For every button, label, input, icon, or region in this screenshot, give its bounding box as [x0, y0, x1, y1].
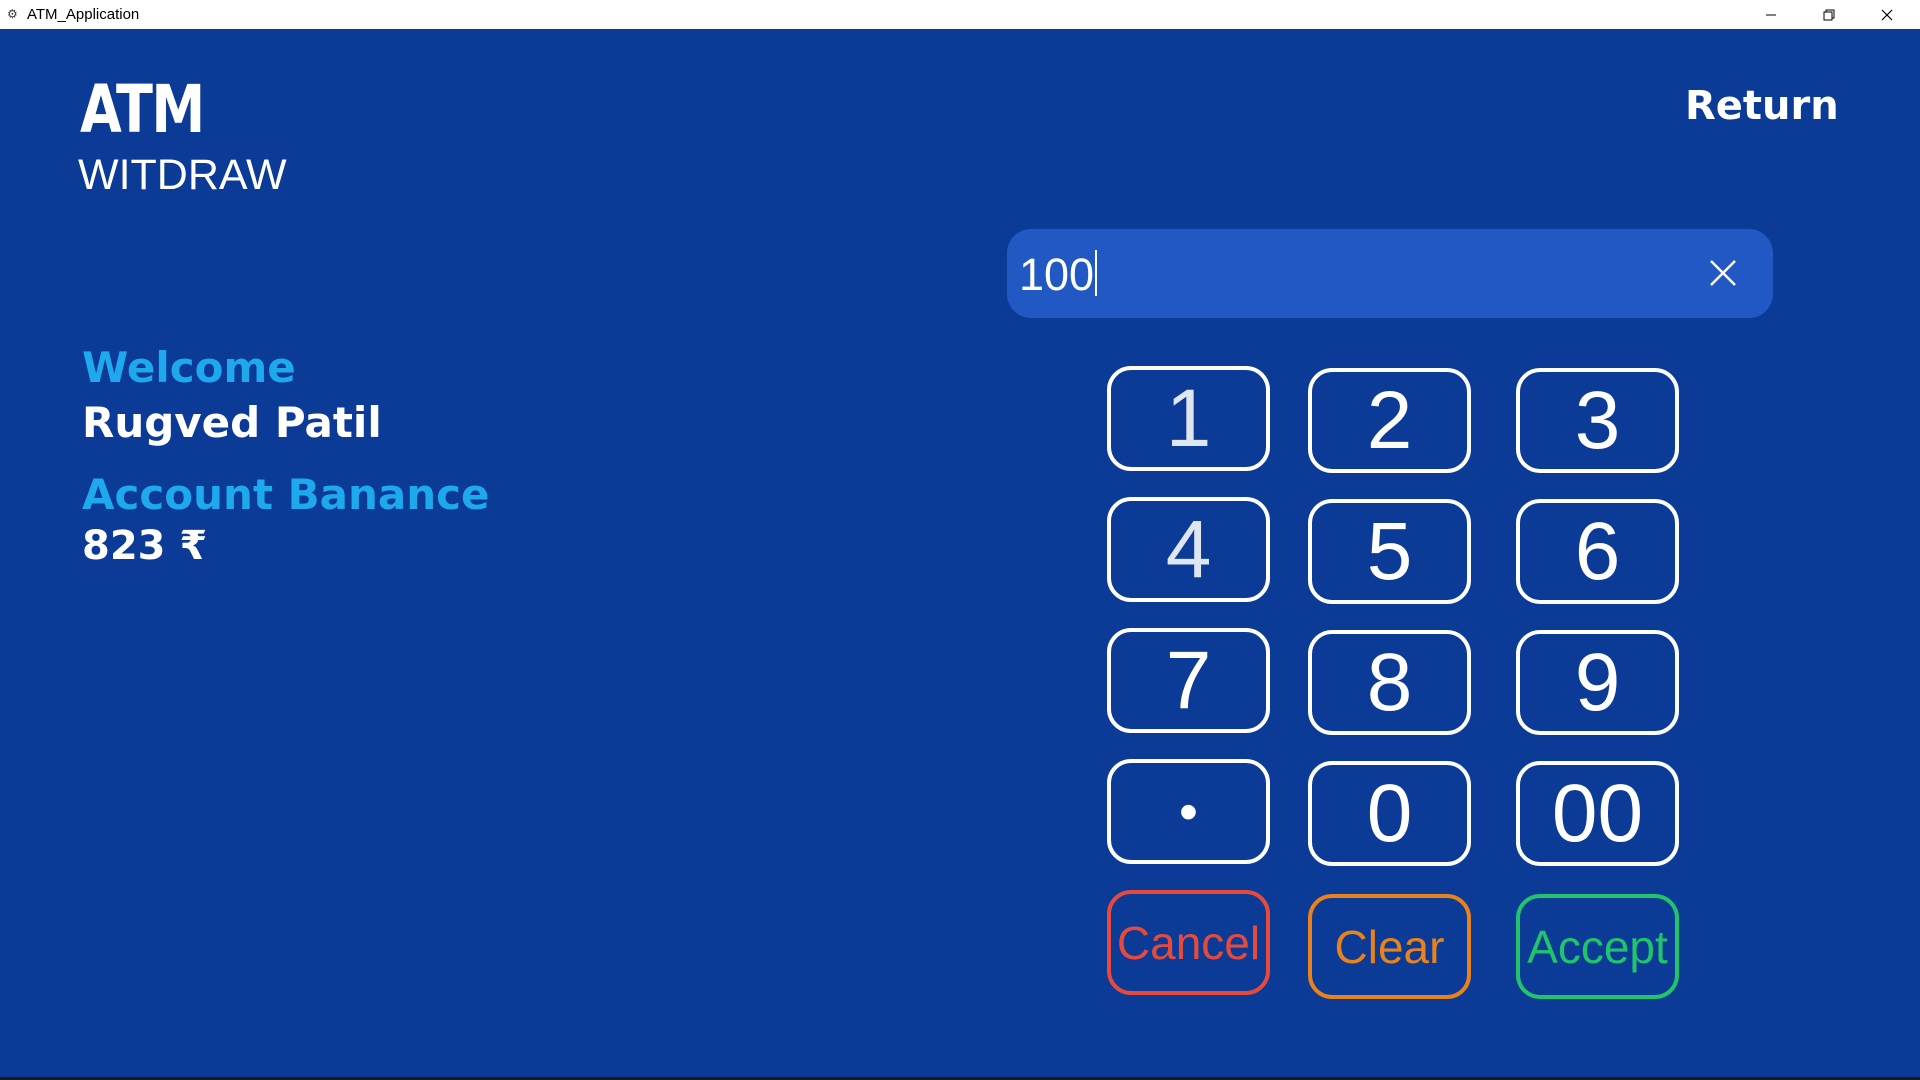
window-title: ATM_Application	[27, 6, 140, 23]
close-icon	[1881, 9, 1893, 20]
key-label: 2	[1366, 374, 1413, 466]
key-label: 8	[1366, 636, 1413, 728]
text-caret	[1095, 250, 1098, 296]
minimize-button[interactable]	[1742, 0, 1800, 29]
key-4[interactable]: 4	[1107, 497, 1270, 602]
amount-text: 100	[1019, 249, 1095, 300]
key-label: 9	[1574, 636, 1621, 728]
key-label: 1	[1165, 372, 1212, 464]
key-0[interactable]: 0	[1308, 761, 1471, 866]
key-6[interactable]: 6	[1516, 499, 1679, 604]
balance-value: 823 ₹	[82, 523, 208, 569]
window-titlebar: ⚙ ATM_Application	[0, 0, 1920, 29]
key-7[interactable]: 7	[1107, 628, 1270, 733]
restore-button[interactable]	[1800, 0, 1858, 29]
welcome-label: Welcome	[82, 343, 296, 392]
key-label: 6	[1574, 505, 1621, 597]
key-3[interactable]: 3	[1516, 368, 1679, 473]
amount-input-value: 100	[1019, 249, 1098, 301]
minimize-icon	[1766, 14, 1776, 15]
clear-label: Clear	[1334, 920, 1445, 973]
key-8[interactable]: 8	[1308, 630, 1471, 735]
page-title: WITDRAW	[78, 151, 287, 199]
key-label: 5	[1366, 505, 1413, 597]
amount-input[interactable]: 100	[1007, 229, 1773, 318]
key-1[interactable]: 1	[1107, 366, 1270, 471]
accept-label: Accept	[1527, 920, 1668, 973]
app-icon: ⚙	[7, 7, 18, 21]
key-label: 0	[1366, 767, 1413, 859]
key-decimal[interactable]: •	[1107, 759, 1270, 864]
atm-app: ATM WITDRAW Return Welcome Rugved Patil …	[0, 29, 1920, 1077]
accept-button[interactable]: Accept	[1516, 894, 1679, 999]
key-9[interactable]: 9	[1516, 630, 1679, 735]
key-label: 7	[1165, 634, 1212, 726]
key-label: •	[1179, 781, 1198, 842]
balance-label: Account Banance	[82, 470, 490, 519]
key-label: 3	[1574, 374, 1621, 466]
cancel-label: Cancel	[1116, 916, 1261, 969]
key-label: 00	[1551, 767, 1644, 859]
clear-button[interactable]: Clear	[1308, 894, 1471, 999]
user-name: Rugved Patil	[82, 398, 382, 447]
return-button[interactable]: Return	[1685, 83, 1839, 129]
key-5[interactable]: 5	[1308, 499, 1471, 604]
close-window-button[interactable]	[1858, 0, 1916, 29]
brand-title: ATM	[80, 71, 205, 148]
key-00[interactable]: 00	[1516, 761, 1679, 866]
close-icon[interactable]	[1707, 257, 1739, 289]
key-label: 4	[1165, 503, 1212, 595]
key-2[interactable]: 2	[1308, 368, 1471, 473]
restore-icon	[1823, 9, 1835, 20]
cancel-button[interactable]: Cancel	[1107, 890, 1270, 995]
